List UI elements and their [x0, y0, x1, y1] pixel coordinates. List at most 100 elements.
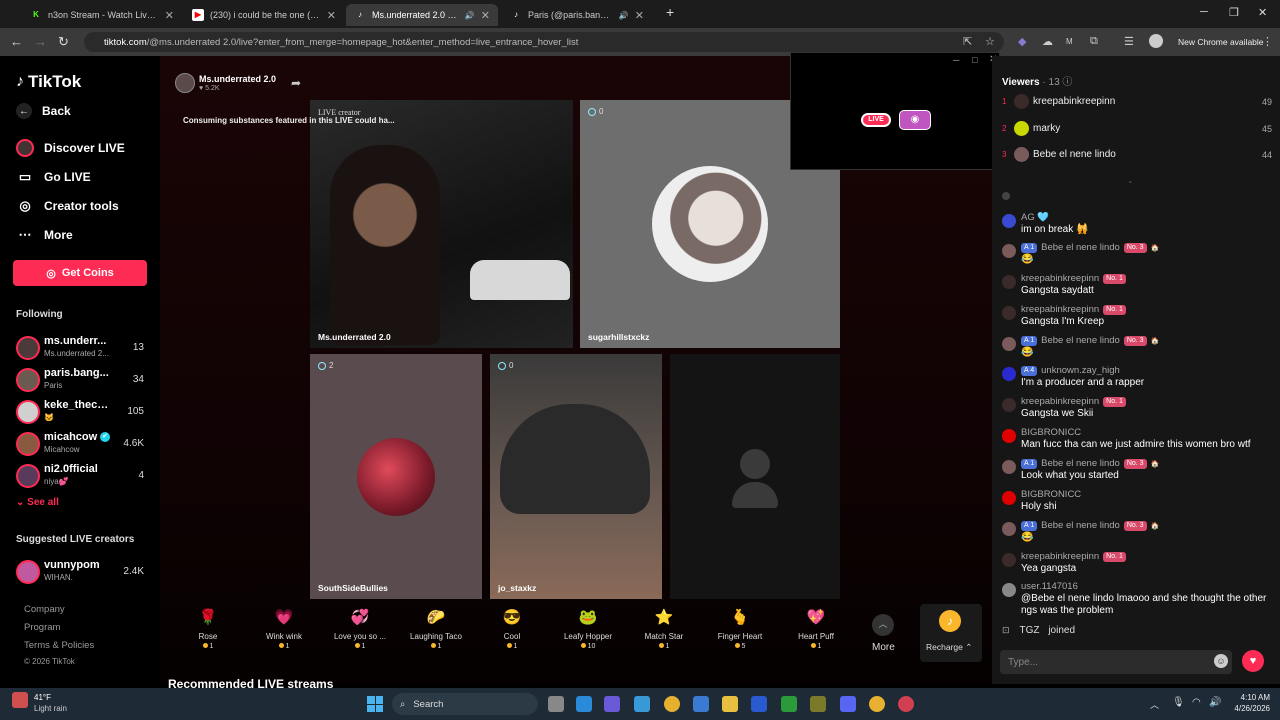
gift-item[interactable]: 💖 Heart Puff 1 — [780, 606, 852, 650]
following-item[interactable]: ni2.0fficial niya💕 4 — [16, 462, 150, 490]
speaker-icon[interactable]: 🔊 — [619, 11, 629, 20]
viewer-row[interactable]: 1 kreepabinkreepinn 49 — [1002, 94, 1272, 114]
close-tab-icon[interactable]: ✕ — [327, 9, 336, 22]
close-tab-icon[interactable]: ✕ — [481, 9, 490, 22]
store-icon[interactable] — [693, 696, 709, 712]
puzzle-icon[interactable]: ⧉ — [1090, 35, 1098, 48]
nav-creator-tools[interactable]: ◎ Creator tools — [16, 197, 118, 215]
gift-item[interactable]: 😎 Cool 1 — [476, 606, 548, 650]
suggested-item[interactable]: vunnypom WIHAN. 2.4K — [16, 558, 150, 586]
weather-icon[interactable] — [12, 692, 28, 708]
chrome-update-label[interactable]: New Chrome available — [1178, 37, 1264, 47]
emoji-icon[interactable]: ☺ — [1214, 654, 1228, 668]
gift-item[interactable]: 🌮 Laughing Taco 1 — [400, 606, 472, 650]
guest-hat-shape — [500, 404, 650, 514]
nav-discover-live[interactable]: Discover LIVE — [16, 139, 125, 157]
following-item[interactable]: ms.underr... Ms.underrated 2... 13 — [16, 334, 150, 362]
chevron-up-icon[interactable]: ︿ — [872, 614, 894, 636]
minimize-icon[interactable]: ─ — [1200, 6, 1208, 18]
volume-icon[interactable]: 🔊 — [1209, 697, 1221, 708]
footer-link[interactable]: Terms & Policies — [24, 640, 94, 651]
windows-start-icon[interactable] — [367, 696, 383, 712]
chrome-icon[interactable] — [869, 696, 885, 712]
new-tab-button[interactable]: + — [666, 4, 674, 20]
menu-kebab-icon[interactable]: ⋮ — [1262, 35, 1273, 48]
forward-arrow-icon[interactable]: → — [34, 34, 47, 49]
reading-list-icon[interactable]: ☰ — [1124, 35, 1134, 48]
xbox-icon[interactable] — [781, 696, 797, 712]
footer-link[interactable]: Program — [24, 622, 60, 633]
footer-link[interactable]: Company — [24, 604, 65, 615]
following-item[interactable]: paris.bang... Paris 34 — [16, 366, 150, 394]
extension-icon[interactable]: M — [1066, 37, 1073, 46]
edge-icon[interactable] — [576, 696, 592, 712]
minimize-icon[interactable]: ─ — [953, 55, 959, 65]
avatar — [1002, 244, 1016, 258]
app-icon[interactable] — [810, 696, 826, 712]
empty-seat-tile[interactable] — [670, 354, 840, 599]
gift-item[interactable]: 🐸 Leafy Hopper 10 — [552, 606, 624, 650]
nav-go-live[interactable]: ▭ Go LIVE — [16, 168, 91, 186]
nav-more[interactable]: ⋯ More — [16, 226, 73, 244]
more-gifts-button[interactable]: More — [872, 642, 895, 653]
tray-chevron-icon[interactable]: ︿ — [1150, 698, 1159, 711]
browser-tab[interactable]: ♪ Paris (@paris.bangaa2) is LI 🔊 ✕ — [502, 4, 652, 26]
task-view-icon[interactable] — [548, 696, 564, 712]
app-icon[interactable] — [751, 696, 767, 712]
share-icon[interactable]: ➦ — [291, 76, 301, 90]
browser-tab[interactable]: ♪ Ms.underrated 2.0 (@ms.u 🔊 ✕ — [346, 4, 498, 26]
teams-icon[interactable] — [604, 696, 620, 712]
url-field[interactable]: tiktok.com/@ms.underrated 2.0/live?enter… — [84, 32, 1004, 52]
viewer-row[interactable]: 2 marky 45 — [1002, 121, 1272, 141]
maximize-icon[interactable]: ❐ — [1229, 6, 1239, 19]
gift-item[interactable]: 🌹 Rose 1 — [172, 606, 244, 650]
fan-icon: 🏠 — [1150, 337, 1160, 345]
discord-icon[interactable]: ◉ — [899, 110, 931, 130]
chrome-icon[interactable] — [664, 696, 680, 712]
gift-item[interactable]: 🫰 Finger Heart 5 — [704, 606, 776, 650]
host-avatar[interactable] — [175, 73, 195, 93]
close-window-icon[interactable]: ✕ — [1258, 6, 1267, 19]
reload-icon[interactable]: ↻ — [58, 34, 69, 50]
copilot-icon[interactable] — [634, 696, 650, 712]
clock[interactable]: 4:10 AM 4/26/2026 — [1230, 693, 1270, 713]
gift-item[interactable]: ⭐ Match Star 1 — [628, 606, 700, 650]
recharge-button[interactable]: ♪ Recharge ⌃ — [920, 604, 982, 662]
viewer-row[interactable]: 3 Bebe el nene lindo 44 — [1002, 147, 1272, 167]
tiktok-logo[interactable]: ♪ TikTok — [16, 72, 81, 92]
wifi-icon[interactable]: ◠ — [1192, 697, 1201, 708]
heart-gift-icon[interactable]: ♥ — [1242, 650, 1264, 672]
host-name[interactable]: Ms.underrated 2.0 — [199, 74, 276, 84]
file-explorer-icon[interactable] — [722, 696, 738, 712]
close-tab-icon[interactable]: ✕ — [635, 9, 644, 22]
app-icon[interactable] — [898, 696, 914, 712]
speaker-icon[interactable]: 🔊 — [465, 11, 475, 20]
chat-input[interactable]: Type... — [1000, 650, 1232, 674]
guest-video-tile[interactable]: 0 jo_staxkz — [490, 354, 662, 599]
microphone-icon[interactable]: 🎙 — [1172, 697, 1185, 708]
close-tab-icon[interactable]: ✕ — [165, 9, 174, 22]
picture-in-picture-window[interactable]: ─ □ ✕ LIVE ◉ — [790, 52, 1000, 170]
following-item[interactable]: keke_theco... 🐱 105 — [16, 398, 150, 426]
bookmark-star-icon[interactable]: ☆ — [985, 35, 995, 48]
back-arrow-icon[interactable]: ← — [10, 34, 23, 49]
extension-icon[interactable]: ☁ — [1042, 35, 1053, 48]
maximize-icon[interactable]: □ — [972, 55, 977, 65]
gift-item[interactable]: 💞 Love you so ... 1 — [324, 606, 396, 650]
extension-icon[interactable]: ◆ — [1018, 35, 1026, 48]
chevron-down-icon[interactable]: ⌄ — [1127, 176, 1134, 185]
browser-tab[interactable]: ▶ (230) i could be the one (Ambe ✕ — [184, 4, 344, 26]
host-video-tile[interactable]: LIVE creator Ms.underrated 2.0 — [310, 100, 573, 348]
back-link[interactable]: ← Back — [16, 103, 71, 119]
see-all-link[interactable]: ⌄ See all — [16, 497, 59, 508]
following-item[interactable]: micahcow Micahcow 4.6K ✔ — [16, 430, 150, 458]
open-in-app-icon[interactable]: ⇱ — [963, 35, 972, 48]
taskbar-search[interactable]: ⌕ Search — [392, 693, 538, 715]
discord-icon[interactable] — [840, 696, 856, 712]
gift-item[interactable]: 💗 Wink wink 1 — [248, 606, 320, 650]
guest-video-tile[interactable]: 2 SouthSideBullies — [310, 354, 482, 599]
profile-avatar[interactable] — [1149, 34, 1163, 48]
chat-text: Man fucc tha can we just admire this wom… — [1021, 439, 1251, 450]
browser-tab[interactable]: Kn3on Stream - Watch Live on K ✕ — [22, 4, 182, 26]
get-coins-button[interactable]: ◎ Get Coins — [13, 260, 147, 286]
